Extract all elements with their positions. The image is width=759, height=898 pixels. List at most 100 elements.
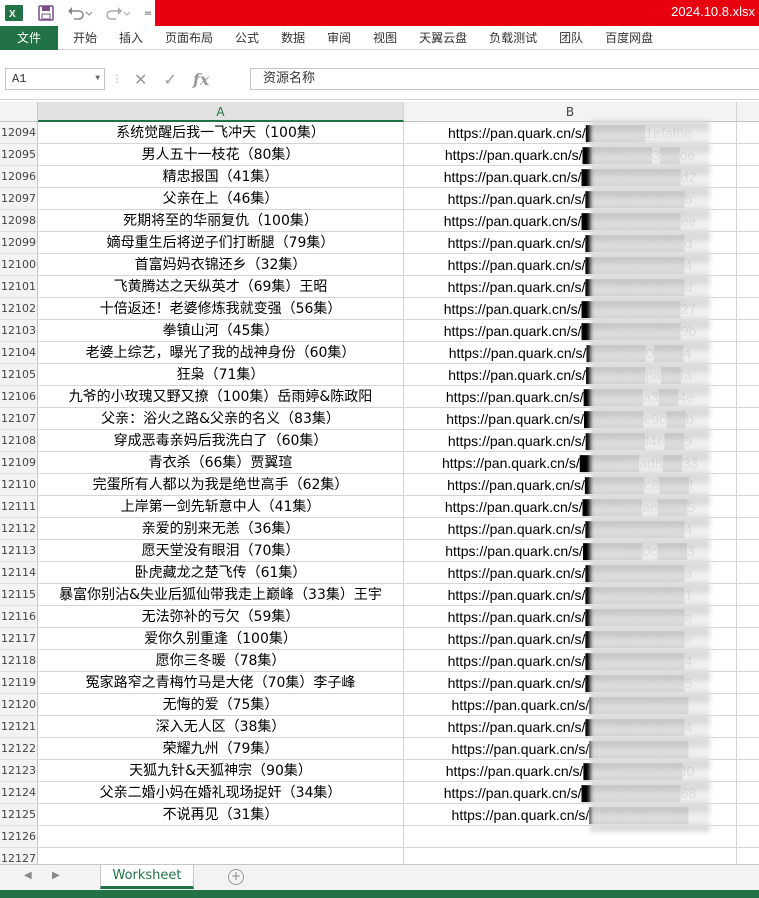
cancel-icon[interactable]: ✕ [134, 70, 147, 89]
cell-resource-name[interactable]: 系统觉醒后我一飞冲天（100集） [38, 122, 404, 144]
cell-resource-name[interactable]: 父亲：浴火之路&父亲的名义（83集） [38, 408, 404, 430]
row-header[interactable]: 12113 [0, 540, 38, 562]
cell-empty[interactable] [737, 342, 759, 364]
row-header[interactable]: 12099 [0, 232, 38, 254]
row-header[interactable]: 12124 [0, 782, 38, 804]
cell-resource-name[interactable]: 狂枭（71集） [38, 364, 404, 386]
cell-empty[interactable] [737, 760, 759, 782]
cell-resource-name[interactable]: 死期将至的华丽复仇（100集） [38, 210, 404, 232]
row-header[interactable]: 12109 [0, 452, 38, 474]
cell-resource-name[interactable]: 首富妈妈衣锦还乡（32集） [38, 254, 404, 276]
chevron-down-icon[interactable]: ▼ [95, 69, 100, 89]
row-header[interactable]: 12119 [0, 672, 38, 694]
cell-empty[interactable] [737, 804, 759, 826]
cell-empty[interactable] [737, 386, 759, 408]
tab-review[interactable]: 审阅 [316, 26, 362, 50]
column-header-a[interactable]: A [38, 102, 404, 122]
select-all-corner[interactable] [0, 102, 38, 122]
tab-load-test[interactable]: 负载测试 [478, 26, 548, 50]
cell-resource-name[interactable]: 荣耀九州（79集） [38, 738, 404, 760]
row-header[interactable]: 12116 [0, 606, 38, 628]
cell-empty[interactable] [737, 540, 759, 562]
cell-empty[interactable] [737, 320, 759, 342]
cell-link[interactable] [404, 848, 737, 864]
row-header[interactable]: 12112 [0, 518, 38, 540]
cell-empty[interactable] [737, 408, 759, 430]
cell-resource-name[interactable]: 飞黄腾达之天纵英才（69集）王昭 [38, 276, 404, 298]
cell-empty[interactable] [737, 254, 759, 276]
cell-empty[interactable] [737, 584, 759, 606]
cell-resource-name[interactable]: 无法弥补的亏欠（59集） [38, 606, 404, 628]
cell-resource-name[interactable]: 爱你久别重逢（100集） [38, 628, 404, 650]
tab-data[interactable]: 数据 [270, 26, 316, 50]
cell-empty[interactable] [737, 452, 759, 474]
redo-icon[interactable] [104, 3, 132, 23]
cell-resource-name[interactable]: 青衣杀（66集）贾翼瑄 [38, 452, 404, 474]
sheet-tab-worksheet[interactable]: Worksheet [100, 865, 194, 889]
cell-resource-name[interactable]: 亲爱的别来无恙（36集） [38, 518, 404, 540]
row-header[interactable]: 12103 [0, 320, 38, 342]
row-header[interactable]: 12125 [0, 804, 38, 826]
row-header[interactable]: 12110 [0, 474, 38, 496]
row-header[interactable]: 12100 [0, 254, 38, 276]
cell-resource-name[interactable]: 天狐九针&天狐神宗（90集） [38, 760, 404, 782]
row-header[interactable]: 12105 [0, 364, 38, 386]
cell-resource-name[interactable]: 不说再见（31集） [38, 804, 404, 826]
row-header[interactable]: 12101 [0, 276, 38, 298]
row-header[interactable]: 12123 [0, 760, 38, 782]
row-header[interactable]: 12094 [0, 122, 38, 144]
column-header-b[interactable]: B [404, 102, 737, 122]
cell-empty[interactable] [737, 628, 759, 650]
row-header[interactable]: 12117 [0, 628, 38, 650]
cell-resource-name[interactable]: 暴富你别沾&失业后狐仙带我走上巅峰（33集）王宇 [38, 584, 404, 606]
cell-empty[interactable] [737, 694, 759, 716]
cell-empty[interactable] [737, 496, 759, 518]
name-box[interactable]: A1 ▼ [5, 68, 105, 90]
cell-resource-name[interactable]: 上岸第一剑先斩意中人（41集） [38, 496, 404, 518]
formula-input[interactable]: 资源名称 [250, 68, 759, 90]
cell-empty[interactable] [737, 188, 759, 210]
row-header[interactable]: 12097 [0, 188, 38, 210]
row-header[interactable]: 12122 [0, 738, 38, 760]
tab-formulas[interactable]: 公式 [224, 26, 270, 50]
tab-file[interactable]: 文件 [0, 25, 58, 50]
cell-resource-name[interactable]: 冤家路窄之青梅竹马是大佬（70集）李子峰 [38, 672, 404, 694]
insert-function-icon[interactable]: fx [193, 70, 209, 89]
cell-resource-name[interactable]: 卧虎藏龙之楚飞传（61集） [38, 562, 404, 584]
cell-resource-name[interactable]: 十倍返还！老婆修炼我就变强（56集） [38, 298, 404, 320]
cell-empty[interactable] [737, 276, 759, 298]
cell-empty[interactable] [737, 826, 759, 848]
tab-insert[interactable]: 插入 [108, 26, 154, 50]
cell-empty[interactable] [737, 166, 759, 188]
row-header[interactable]: 12115 [0, 584, 38, 606]
plus-icon[interactable]: + [228, 869, 244, 885]
row-header[interactable]: 12120 [0, 694, 38, 716]
prev-sheet-icon[interactable]: ◀ [24, 870, 32, 881]
next-sheet-icon[interactable]: ▶ [52, 870, 60, 881]
cell-empty[interactable] [737, 562, 759, 584]
row-header[interactable]: 12108 [0, 430, 38, 452]
tab-home[interactable]: 开始 [62, 26, 108, 50]
cell-empty[interactable] [737, 364, 759, 386]
cell-resource-name[interactable]: 嫡母重生后将逆子们打断腿（79集） [38, 232, 404, 254]
cell-empty[interactable] [737, 210, 759, 232]
undo-icon[interactable] [66, 3, 94, 23]
row-header[interactable]: 12102 [0, 298, 38, 320]
cell-resource-name[interactable] [38, 848, 404, 864]
cell-empty[interactable] [737, 430, 759, 452]
cell-empty[interactable] [737, 144, 759, 166]
cell-resource-name[interactable]: 拳镇山河（45集） [38, 320, 404, 342]
cell-resource-name[interactable]: 愿你三冬暖（78集） [38, 650, 404, 672]
cell-empty[interactable] [737, 474, 759, 496]
cell-empty[interactable] [737, 650, 759, 672]
row-header[interactable]: 12107 [0, 408, 38, 430]
row-header[interactable]: 12121 [0, 716, 38, 738]
cell-resource-name[interactable]: 老婆上综艺，曝光了我的战神身份（60集） [38, 342, 404, 364]
cell-resource-name[interactable]: 愿天堂没有眼泪（70集） [38, 540, 404, 562]
tab-tianyi-cloud[interactable]: 天翼云盘 [408, 26, 478, 50]
cell-resource-name[interactable]: 无悔的爱（75集） [38, 694, 404, 716]
cell-resource-name[interactable]: 完蛋所有人都以为我是绝世高手（62集） [38, 474, 404, 496]
row-header[interactable]: 12114 [0, 562, 38, 584]
save-icon[interactable] [36, 3, 56, 23]
cell-empty[interactable] [737, 716, 759, 738]
